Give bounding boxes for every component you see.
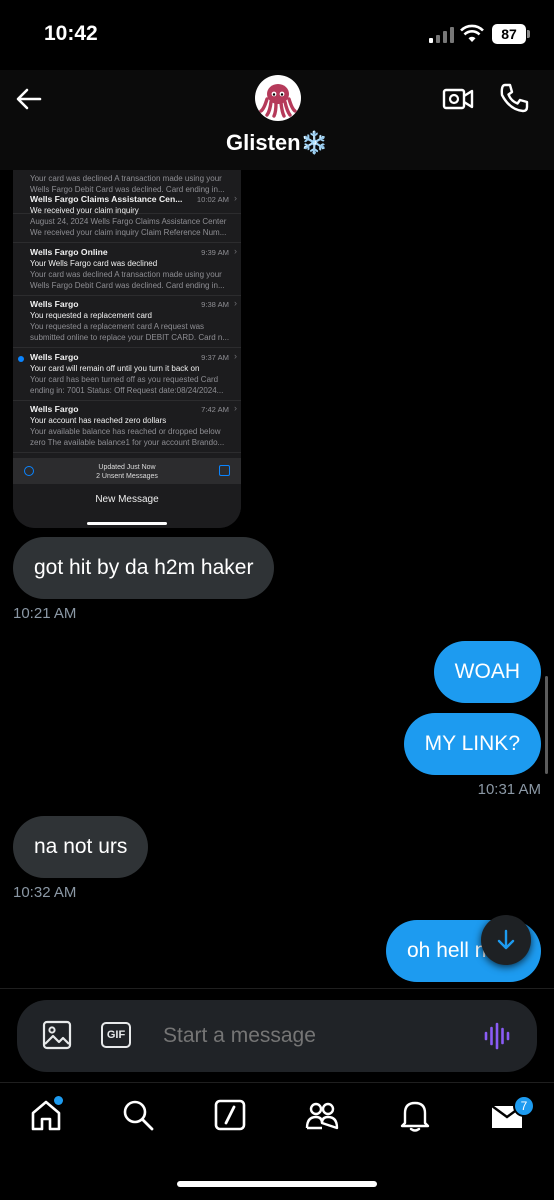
chevron-right-icon: › [234,193,237,203]
communities-icon[interactable] [305,1098,339,1132]
snowflake-emoji: ❄️ [300,130,328,155]
home-notification-dot [54,1096,63,1105]
home-indicator-bar [177,1181,377,1187]
back-arrow-icon[interactable] [14,84,44,114]
grok-icon[interactable] [213,1098,247,1132]
email-preview: zero The available balance1 for your acc… [30,438,225,447]
message-timestamp: 10:31 AM [477,781,541,798]
notifications-bell-icon[interactable] [398,1098,432,1132]
clock: 10:42 [44,22,98,45]
wifi-icon [460,24,484,42]
chevron-right-icon: › [234,298,237,308]
email-subject: You requested a replacement card [30,311,153,320]
octopus-emoji-icon [259,84,297,118]
outgoing-message[interactable]: MY LINK? [403,713,541,775]
voice-message-icon[interactable] [483,1022,511,1050]
email-preview: Your card was declined A transaction mad… [30,174,222,183]
email-subject: We received your claim inquiry [30,206,139,215]
arrow-down-icon [497,929,515,950]
avatar[interactable] [255,75,301,121]
email-row: Wells Fargo Online 9:39 AM › Your Wells Far… [13,244,241,296]
filter-icon [24,466,34,476]
scrollbar[interactable] [545,676,548,774]
unread-dot [18,355,24,362]
email-preview: ending in: 7001 Status: Off Request date… [30,385,224,395]
mail-status-updated: Updated Just Now [98,464,156,471]
email-sender: Wells Fargo [30,299,79,309]
battery-indicator: 87 [492,24,530,44]
email-preview: Your available balance has reached or dr… [30,427,221,436]
outgoing-message[interactable]: WOAH [433,641,541,703]
phone-call-icon[interactable] [498,82,530,114]
email-time: 9:38 AM [201,300,229,309]
message-timestamp: 10:32 AM [13,884,77,901]
chevron-right-icon: › [234,403,237,413]
email-preview: We received your claim inquiry Claim Ref… [30,228,227,237]
email-row: Wells Fargo 7:42 AM › Your account has reac… [13,401,241,453]
new-message-sheet: New Message [13,484,241,528]
email-time: 9:37 AM [201,352,229,362]
email-preview: submitted online to replace your DEBIT C… [30,333,229,342]
cellular-signal-icon [429,27,454,43]
messages-badge: 7 [513,1095,535,1117]
email-preview: Wells Fargo Debit Card was declined. Car… [30,280,225,290]
email-preview: August 24, 2024 Wells Fargo Claims Assis… [30,217,227,226]
new-message-label: New Message [95,494,159,505]
chevron-right-icon: › [234,245,237,256]
composer-area: GIF [0,988,554,1082]
image-icon[interactable] [42,1020,72,1050]
email-sender: Wells Fargo [30,351,79,362]
email-sender: Wells Fargo [30,404,79,414]
chevron-right-icon: › [234,350,237,361]
email-row: Wells Fargo 9:37 AM › Your card will remain… [13,349,241,401]
search-icon[interactable] [121,1098,155,1132]
incoming-message[interactable]: got hit by da h2m haker [13,537,275,599]
email-subject: Your account has reached zero dollars [30,416,167,425]
email-subject: Your Wells Fargo card was declined [30,258,158,268]
message-composer: GIF [17,1000,537,1072]
email-preview: Your card has been turned off as you req… [30,374,219,384]
contact-name[interactable]: Glisten❄️ [0,130,554,156]
video-call-icon[interactable] [442,84,474,114]
compose-icon [219,465,230,476]
home-indicator [87,522,167,525]
email-preview: You requested a replacement card A reque… [30,322,205,331]
gif-button[interactable]: GIF [101,1022,131,1048]
email-sender: Wells Fargo Online [30,246,108,257]
email-time: 7:42 AM [201,405,229,414]
scroll-to-bottom-button[interactable] [481,915,531,965]
email-time: 9:39 AM [201,247,229,257]
email-time: 10:02 AM [196,195,229,204]
mail-toolbar: Updated Just Now 2 Unsent Messages [13,458,241,484]
email-row: Wells Fargo Claims Assistance Cen... 10:0… [13,191,241,243]
contact-name-text: Glisten [226,130,301,155]
message-input[interactable] [163,1000,463,1072]
bottom-tab-bar: 7 [0,1082,554,1200]
conversation-header: Glisten❄️ [0,70,554,170]
status-bar: 10:42 87 [0,0,554,70]
email-preview: Your card was declined A transaction mad… [30,269,222,279]
message-timestamp: 10:21 AM [13,605,77,622]
shared-screenshot-image[interactable]: Your card was declined A transaction mad… [13,170,241,528]
email-subject: Your card will remain off until you turn… [30,363,200,373]
email-row: Wells Fargo 9:38 AM › You requested a repla… [13,296,241,348]
incoming-message[interactable]: na not urs [13,816,149,878]
mail-status-unsent: 2 Unsent Messages [96,473,158,480]
